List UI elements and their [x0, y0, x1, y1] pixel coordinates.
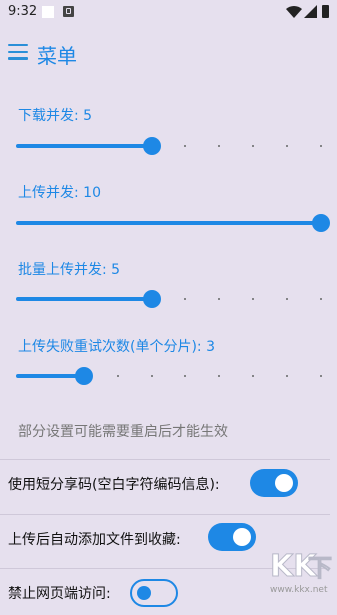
slider-tick: [184, 375, 187, 377]
retry-count-label: 上传失败重试次数(单个分片): 3: [18, 339, 215, 355]
status-bar: 9:32: [0, 0, 337, 24]
slider-tick: [320, 375, 322, 377]
short-share-code-label: 使用短分享码(空白字符编码信息):: [8, 477, 220, 493]
slider-thumb[interactable]: [312, 214, 330, 232]
slider-tick: [184, 145, 187, 147]
slider-active-track: [16, 144, 152, 148]
slider-tick: [150, 375, 153, 377]
slider-tick: [286, 298, 289, 300]
slider-thumb[interactable]: [142, 290, 161, 308]
slider-tick: [286, 145, 289, 147]
svg-text:下: 下: [308, 554, 332, 582]
disable-web-access-toggle[interactable]: [130, 579, 178, 607]
slider-tick: [218, 375, 221, 377]
upload-concurrency-slider[interactable]: [16, 213, 330, 233]
slider-tick: [116, 375, 119, 377]
slider-thumb[interactable]: [74, 367, 93, 385]
slider-tick: [218, 298, 221, 300]
notification-icon: [42, 6, 54, 18]
page-title: 菜单: [37, 44, 77, 68]
watermark-url: www.kkx.net: [270, 585, 328, 595]
slider-tick: [184, 298, 187, 300]
disable-web-access-label: 禁止网页端访问:: [8, 586, 111, 602]
hamburger-icon[interactable]: [8, 44, 28, 60]
upload-concurrency-label: 上传并发: 10: [18, 185, 101, 201]
slider-thumb[interactable]: [142, 137, 161, 155]
app-icon: [63, 6, 74, 17]
auto-favorite-label: 上传后自动添加文件到收藏:: [8, 532, 181, 548]
auto-favorite-toggle[interactable]: [208, 523, 256, 551]
download-concurrency-label: 下载并发: 5: [18, 108, 93, 124]
slider-tick: [286, 375, 289, 377]
slider-tick: [320, 298, 322, 300]
switch-row-short-share-code: 使用短分享码(空白字符编码信息):: [0, 460, 337, 506]
slider-active-track: [16, 297, 152, 301]
restart-note: 部分设置可能需要重启后才能生效: [18, 424, 228, 440]
slider-tick: [252, 375, 255, 377]
batch-upload-concurrency-slider[interactable]: [16, 289, 322, 309]
slider-tick: [252, 298, 255, 300]
slider-active-track: [16, 221, 321, 225]
batch-upload-concurrency-label: 批量上传并发: 5: [18, 262, 121, 278]
retry-count-slider[interactable]: [16, 366, 322, 386]
short-share-code-toggle[interactable]: [250, 469, 298, 497]
wifi-icon: [286, 5, 302, 19]
battery-icon: [322, 5, 329, 18]
app-bar: 菜单: [0, 34, 337, 74]
slider-active-track: [16, 374, 84, 378]
download-concurrency-slider[interactable]: [16, 136, 322, 156]
slider-tick: [252, 145, 255, 147]
slider-tick: [218, 145, 221, 147]
slider-tick: [320, 145, 322, 147]
cellular-icon: [304, 5, 317, 18]
status-time: 9:32: [8, 4, 38, 19]
